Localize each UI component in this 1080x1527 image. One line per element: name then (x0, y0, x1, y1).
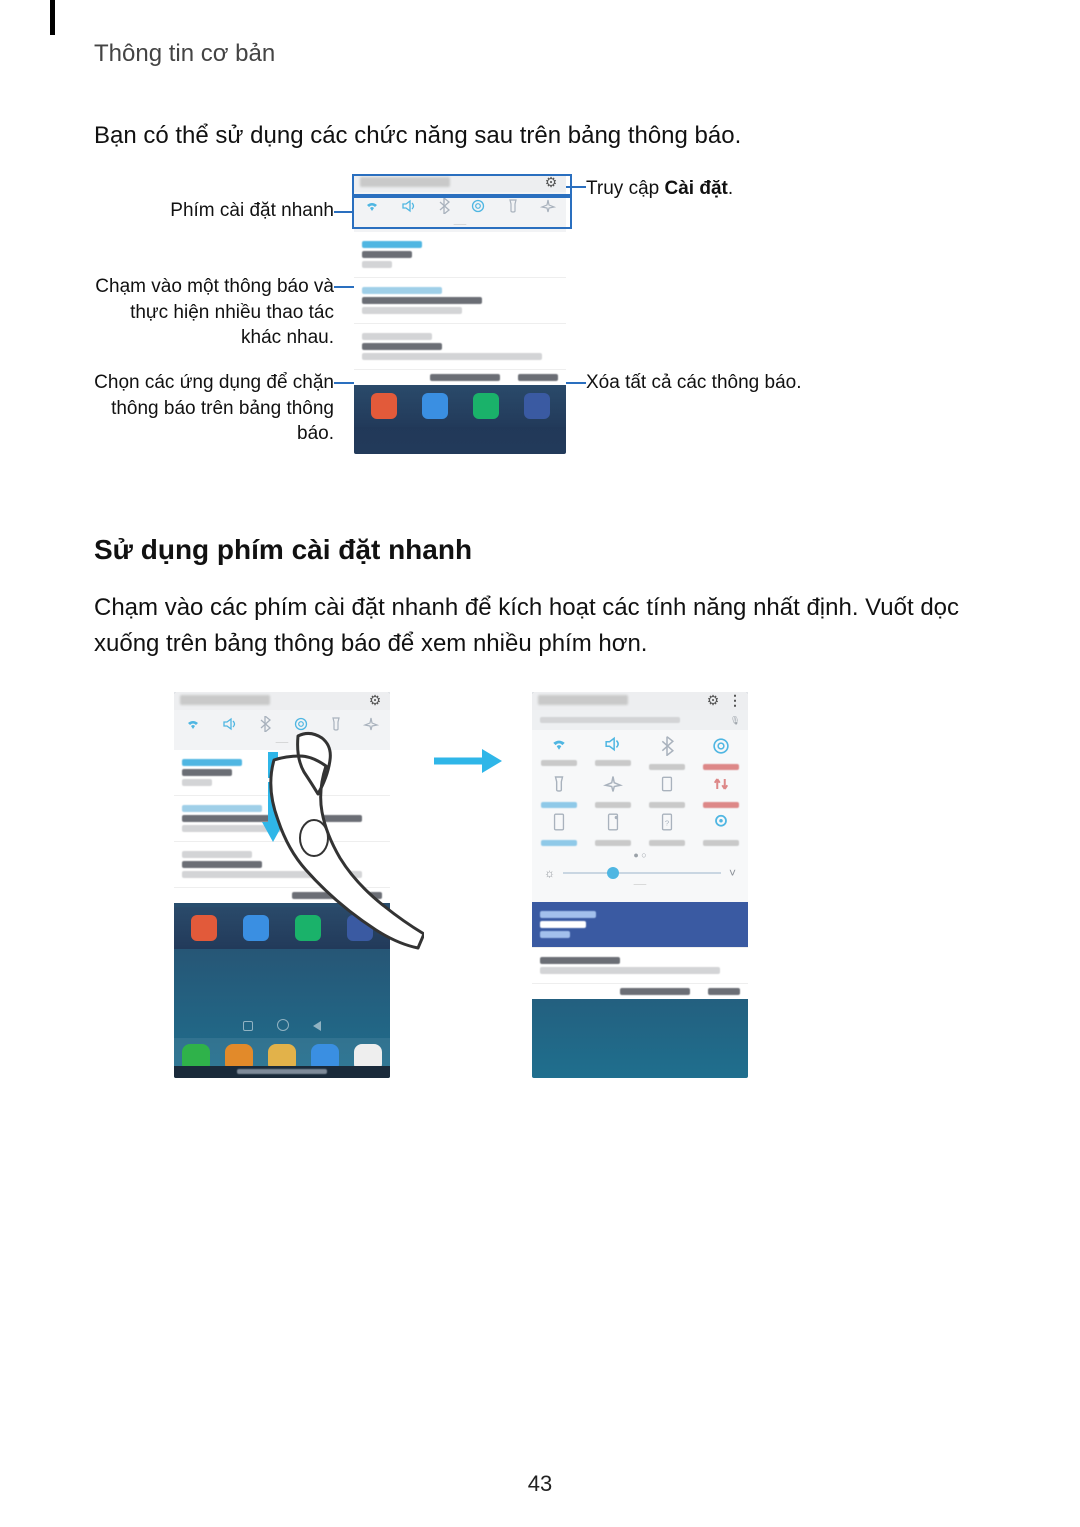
wifi-icon[interactable] (185, 717, 201, 734)
quick-settings-panel: ? ● ○ ☼ ˅ ⸺ (532, 730, 748, 902)
brightness-icon: ☼ (544, 866, 555, 880)
callout-text: Chạm vào một thông báo và thực hiện nhiề… (95, 276, 334, 348)
gear-icon[interactable]: ⚙ (704, 692, 722, 709)
chevron-down-icon[interactable]: ˅ (729, 866, 736, 880)
drag-handle[interactable]: ⸺ (532, 882, 748, 892)
gear-icon[interactable]: ⚙ (366, 692, 384, 709)
callout-text: . (728, 178, 733, 199)
callout-text: Xóa tất cả các thông báo. (586, 372, 802, 393)
callout-text-bold: Cài đặt (665, 178, 728, 199)
intro-text: Bạn có thể sử dụng các chức năng sau trê… (94, 118, 986, 154)
mic-icon[interactable]: 🎙 (730, 716, 740, 725)
more-icon[interactable]: ⋮ (726, 692, 744, 709)
notification-item[interactable] (354, 278, 566, 324)
callout-clear-all: Xóa tất cả các thông báo. (586, 370, 866, 396)
status-date-blur (180, 695, 270, 705)
qs-wifi[interactable] (532, 736, 586, 770)
notification-footer (354, 370, 566, 385)
svg-text:?: ? (665, 818, 670, 827)
app-icon[interactable] (473, 393, 499, 419)
page-indicator: ● ○ (532, 850, 748, 860)
app-icon[interactable] (371, 393, 397, 419)
emergency-calls-text (237, 1069, 327, 1074)
callout-block-apps: Chọn các ứng dụng để chặn thông báo trên… (94, 370, 334, 447)
section-title: Thông tin cơ bản (94, 40, 986, 68)
block-notifications-button[interactable] (620, 988, 690, 995)
qs-location[interactable] (694, 812, 748, 846)
qs-sound[interactable] (586, 736, 640, 770)
qs-bluetooth[interactable] (640, 736, 694, 770)
callout-access-settings: Truy cập Cài đặt. (586, 176, 866, 202)
diagram-swipe-expand: ⚙ ⸺ (94, 692, 986, 1112)
nav-back-icon[interactable] (313, 1021, 321, 1031)
qs-hotspot[interactable] (586, 812, 640, 846)
qs-bluelight[interactable] (532, 812, 586, 846)
qs-private-mode[interactable]: ? (640, 812, 694, 846)
qs-mobile-data[interactable] (694, 774, 748, 808)
highlight-quick-settings (352, 194, 572, 229)
transition-arrow (432, 746, 502, 776)
search-bar[interactable]: 🎙 (532, 710, 748, 730)
notification-footer (532, 984, 748, 999)
search-placeholder-blur (540, 717, 680, 723)
status-bar: ⚙ (174, 692, 390, 710)
heading-quick-setting-keys: Sử dụng phím cài đặt nhanh (94, 534, 986, 566)
qs-flashlight[interactable] (532, 774, 586, 808)
body-paragraph: Chạm vào các phím cài đặt nhanh để kích … (94, 590, 986, 662)
diagram-notification-panel: Phím cài đặt nhanh Chạm vào một thông bá… (94, 174, 986, 484)
notification-item[interactable] (354, 324, 566, 370)
app-icon[interactable] (422, 393, 448, 419)
qs-power-saving[interactable] (640, 774, 694, 808)
home-row-icons (354, 385, 566, 427)
page-number: 43 (0, 1471, 1080, 1497)
status-date-blur (538, 695, 628, 705)
block-notifications-button[interactable] (430, 374, 500, 381)
clear-button[interactable] (708, 988, 740, 995)
status-bar: ⚙ ⋮ (532, 692, 748, 710)
qs-rotate[interactable] (694, 736, 748, 770)
notification-item[interactable] (354, 232, 566, 278)
callout-tap-notification: Chạm vào một thông báo và thực hiện nhiề… (94, 274, 334, 351)
notification-item[interactable] (532, 902, 748, 948)
callout-quick-setting-keys: Phím cài đặt nhanh (94, 198, 334, 224)
app-icon-folder[interactable] (524, 393, 550, 419)
notification-item[interactable] (532, 948, 748, 984)
app-icon[interactable] (191, 915, 217, 941)
callout-text: Chọn các ứng dụng để chặn thông báo trên… (94, 372, 334, 444)
qs-airplane[interactable] (586, 774, 640, 808)
hand-gesture-illustration (244, 720, 424, 950)
page-tab-mark (50, 0, 55, 35)
phone-mock-expanded-panel: ⚙ ⋮ 🎙 ? (532, 692, 748, 1078)
nav-home-icon[interactable] (277, 1019, 289, 1031)
brightness-slider[interactable]: ☼ ˅ (532, 860, 748, 882)
callout-text: Truy cập (586, 178, 665, 199)
callout-text: Phím cài đặt nhanh (170, 200, 334, 221)
nav-recent-icon[interactable] (243, 1021, 253, 1031)
clear-button[interactable] (518, 374, 558, 381)
sound-icon[interactable] (222, 717, 238, 734)
